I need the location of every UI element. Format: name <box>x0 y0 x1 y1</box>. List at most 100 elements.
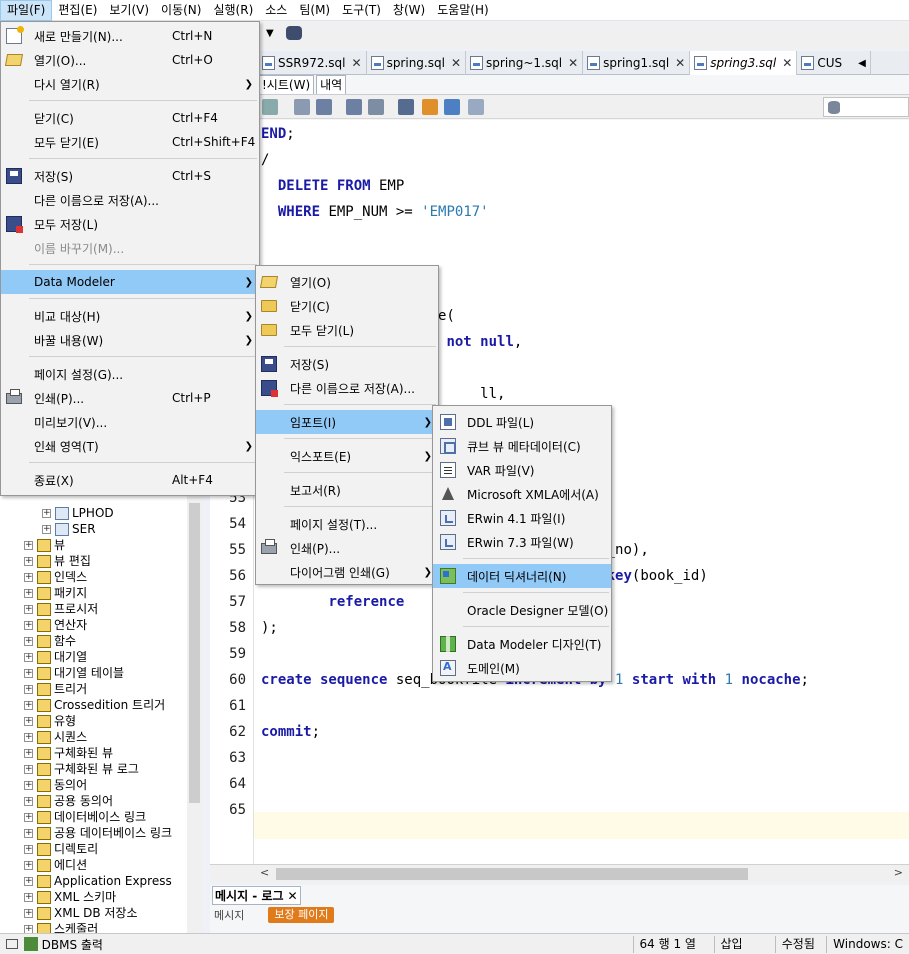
commit-icon[interactable] <box>316 99 332 115</box>
expand-icon[interactable]: + <box>24 764 33 774</box>
expand-icon[interactable]: + <box>24 556 33 566</box>
tree-item[interactable]: + 대기열 <box>24 649 87 665</box>
menu-item-도메인[interactable]: 도메인(M) <box>433 656 611 680</box>
expand-icon[interactable]: + <box>24 908 33 918</box>
tree-item[interactable]: + 공용 데이터베이스 링크 <box>24 825 172 841</box>
menu-item-oracle-designer-모델[interactable]: Oracle Designer 모델(O) <box>433 598 611 622</box>
editor-tab[interactable]: spring.sql ✕ <box>367 51 467 75</box>
menu-item-다시-열기[interactable]: 다시 열기(R) ❯ <box>1 72 259 96</box>
expand-icon[interactable]: + <box>24 684 33 694</box>
menu-item-data-modeler-디자인[interactable]: Data Modeler 디자인(T) <box>433 632 611 656</box>
tree-vertical-scrollbar[interactable] <box>187 483 202 938</box>
menu-item-인쇄[interactable]: 인쇄(P)... Ctrl+P <box>1 386 259 410</box>
subtab-1[interactable]: 내역 <box>316 75 347 94</box>
editor-tab[interactable]: spring3.sql ✕ <box>690 51 798 75</box>
rollback-icon[interactable] <box>346 99 362 115</box>
expand-icon[interactable]: + <box>24 716 33 726</box>
menu-item-페이지-설정[interactable]: 페이지 설정(G)... <box>1 362 259 386</box>
expand-icon[interactable]: + <box>24 732 33 742</box>
tree-item[interactable]: + Application Express <box>24 873 172 889</box>
menu-item-erwin-4-1-파일[interactable]: ERwin 4.1 파일(I) <box>433 506 611 530</box>
editor-tab[interactable]: spring1.sql ✕ <box>583 51 691 75</box>
close-tab-icon[interactable]: ✕ <box>352 56 362 70</box>
menu-도구[interactable]: 도구(T) <box>336 0 387 21</box>
tab-scroll-left-icon[interactable]: ◀ <box>858 58 866 69</box>
menu-item-다른-이름으로-저장[interactable]: 다른 이름으로 저장(A)... <box>1 188 259 212</box>
tree-item[interactable]: + 뷰 편집 <box>24 553 91 569</box>
subtab-0[interactable]: !시트(W) <box>258 75 315 94</box>
connection-select[interactable] <box>823 97 909 117</box>
menu-실행[interactable]: 실행(R) <box>207 0 259 21</box>
menu-item-큐브-뷰-메타데이터[interactable]: 큐브 뷰 메타데이터(C) <box>433 434 611 458</box>
close-tab-icon[interactable]: ✕ <box>782 56 792 70</box>
expand-icon[interactable]: + <box>24 540 33 550</box>
menu-item-임포트[interactable]: 임포트(I) ❯ <box>256 410 438 434</box>
expand-icon[interactable]: + <box>24 812 33 822</box>
tree-item[interactable]: + LPHOD <box>42 505 114 521</box>
tree-item[interactable]: + 에디션 <box>24 857 87 873</box>
menu-file[interactable]: 파일(F) <box>0 0 53 21</box>
tree-item[interactable]: + 디렉토리 <box>24 841 98 857</box>
explain-plan-icon[interactable] <box>368 99 384 115</box>
menu-item-미리보기[interactable]: 미리보기(V)... <box>1 410 259 434</box>
tree-item[interactable]: + Crossedition 트리거 <box>24 697 165 713</box>
close-tab-icon[interactable]: ✕ <box>675 56 685 70</box>
expand-icon[interactable]: + <box>24 860 33 870</box>
tree-item[interactable]: + 구체화된 뷰 <box>24 745 113 761</box>
tree-item[interactable]: + 대기열 테이블 <box>24 665 124 681</box>
orange-tab[interactable]: 보장 페이지 <box>268 907 335 923</box>
tree-item[interactable]: + 데이터베이스 링크 <box>24 809 146 825</box>
expand-icon[interactable]: + <box>42 508 51 518</box>
menu-item-열기[interactable]: 열기(O)... Ctrl+O <box>1 48 259 72</box>
menu-item-모두-닫기[interactable]: 모두 닫기(E) Ctrl+Shift+F4 <box>1 130 259 154</box>
editor-tab[interactable]: SSR972.sql ✕ <box>258 51 367 75</box>
editor-horizontal-scrollbar[interactable]: < > <box>210 864 909 882</box>
menu-보기[interactable]: 보기(V) <box>103 0 155 21</box>
close-tab-icon[interactable]: ✕ <box>568 56 578 70</box>
run-script-icon[interactable] <box>294 99 310 115</box>
menu-item-저장[interactable]: 저장(S) <box>256 352 438 376</box>
expand-icon[interactable]: + <box>24 572 33 582</box>
toolbar-dropdown-icon[interactable]: ▼ <box>266 28 274 39</box>
expand-icon[interactable]: + <box>24 844 33 854</box>
close-tab-icon[interactable]: ✕ <box>451 56 461 70</box>
tree-item[interactable]: + 프로시저 <box>24 601 98 617</box>
menu-편집[interactable]: 편집(E) <box>52 0 103 21</box>
expand-icon[interactable]: + <box>24 700 33 710</box>
menu-item-데이터-딕셔너리[interactable]: 데이터 딕셔너리(N) <box>433 564 611 588</box>
tree-item[interactable]: + XML DB 저장소 <box>24 905 137 921</box>
tree-item[interactable]: + 패키지 <box>24 585 87 601</box>
tree-item[interactable]: + XML 스키마 <box>24 889 116 905</box>
menu-item-저장[interactable]: 저장(S) Ctrl+S <box>1 164 259 188</box>
menu-item-data-modeler[interactable]: Data Modeler ❯ <box>1 270 259 294</box>
menu-item-인쇄[interactable]: 인쇄(P)... <box>256 536 438 560</box>
expand-icon[interactable]: + <box>42 524 51 534</box>
menu-item-종료[interactable]: 종료(X) Alt+F4 <box>1 468 259 492</box>
menu-item-새로-만들기[interactable]: 새로 만들기(N)... Ctrl+N <box>1 24 259 48</box>
dbms-output-label[interactable]: DBMS 출력 <box>42 936 633 953</box>
tab-messages-log[interactable]: 메시지 - 로그 ✕ <box>212 885 301 905</box>
expand-icon[interactable]: + <box>24 796 33 806</box>
menu-item-다른-이름으로-저장[interactable]: 다른 이름으로 저장(A)... <box>256 376 438 400</box>
tree-item[interactable]: + 구체화된 뷰 로그 <box>24 761 139 777</box>
tree-item[interactable]: + 연산자 <box>24 617 87 633</box>
expand-icon[interactable]: + <box>24 620 33 630</box>
menu-item-열기[interactable]: 열기(O) <box>256 270 438 294</box>
tree-item[interactable]: + SER <box>42 521 96 537</box>
tree-item[interactable]: + 시퀀스 <box>24 729 87 745</box>
scrollbar-thumb[interactable] <box>276 868 748 880</box>
expand-icon[interactable]: + <box>24 652 33 662</box>
expand-icon[interactable]: + <box>24 668 33 678</box>
close-icon[interactable]: ✕ <box>288 889 298 903</box>
menu-창[interactable]: 창(W) <box>387 0 431 21</box>
tree-item[interactable]: + 공용 동의어 <box>24 793 113 809</box>
clear-icon[interactable] <box>422 99 438 115</box>
menu-item-다이어그램-인쇄[interactable]: 다이어그램 인쇄(G) ❯ <box>256 560 438 584</box>
menu-item-닫기[interactable]: 닫기(C) Ctrl+F4 <box>1 106 259 130</box>
expand-icon[interactable]: + <box>24 828 33 838</box>
tree-item[interactable]: + 동의어 <box>24 777 87 793</box>
menu-item-erwin-7-3-파일[interactable]: ERwin 7.3 파일(W) <box>433 530 611 554</box>
menu-item-모두-저장[interactable]: 모두 저장(L) <box>1 212 259 236</box>
menu-item-microsoft-xmla에서[interactable]: Microsoft XMLA에서(A) <box>433 482 611 506</box>
autotrace-icon[interactable] <box>398 99 414 115</box>
